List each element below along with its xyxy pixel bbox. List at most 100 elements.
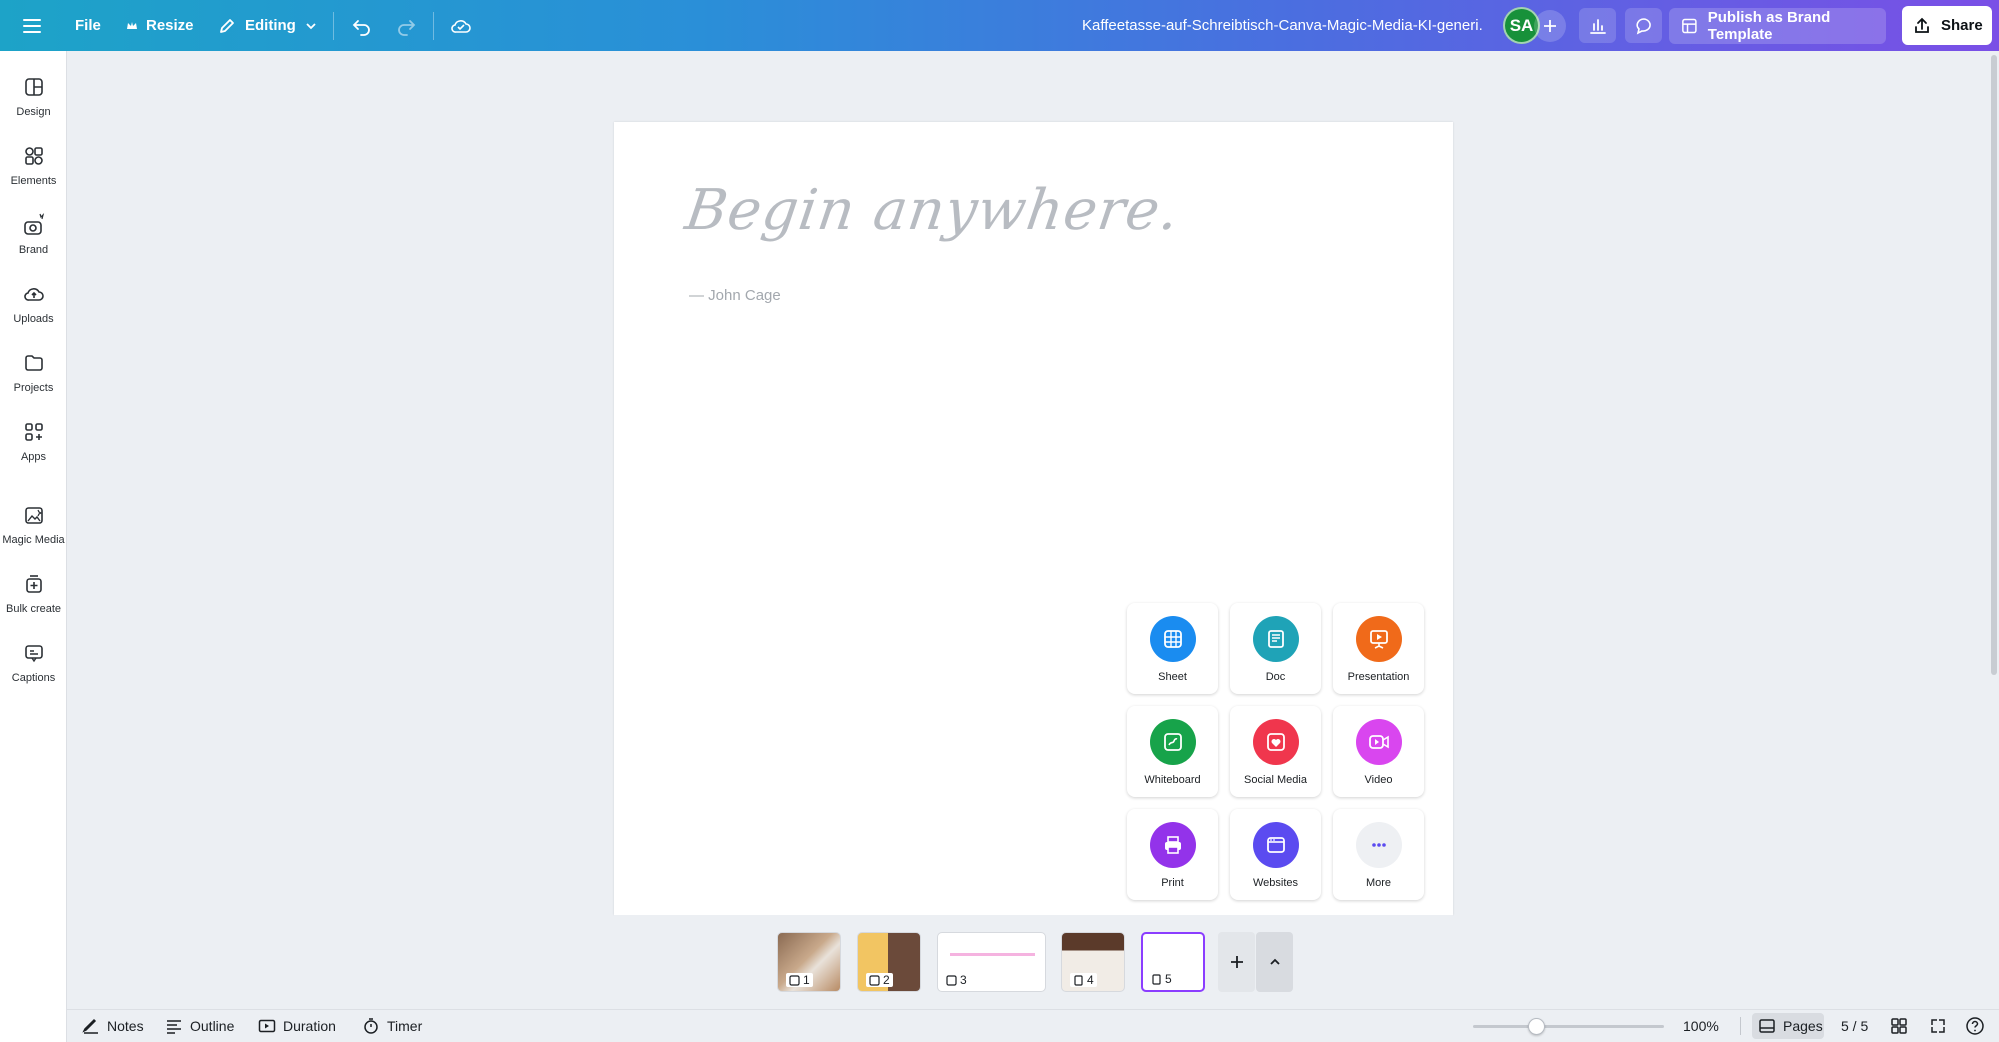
- crown-icon: [127, 21, 137, 29]
- outline-label: Outline: [190, 1017, 235, 1034]
- sidebar-item-elements[interactable]: Elements: [0, 141, 67, 201]
- menu-button[interactable]: [21, 0, 43, 51]
- create-presentation-tile[interactable]: Presentation: [1333, 603, 1424, 694]
- chevron-down-icon: [306, 22, 316, 29]
- undo-icon: [352, 19, 370, 36]
- design-icon: [23, 72, 45, 102]
- expand-pages-button[interactable]: [1256, 932, 1293, 992]
- page-thumbnail-2[interactable]: 2: [857, 932, 921, 992]
- file-label: File: [75, 17, 101, 34]
- create-sheet-tile[interactable]: Sheet: [1127, 603, 1218, 694]
- create-video-tile[interactable]: Video: [1333, 706, 1424, 797]
- whiteboard-icon: [1149, 719, 1196, 765]
- resize-button[interactable]: Resize: [126, 0, 194, 51]
- notes-button[interactable]: Notes: [82, 1009, 144, 1042]
- sidebar-item-design[interactable]: Design: [0, 72, 67, 132]
- zoom-slider-handle[interactable]: [1527, 1018, 1545, 1035]
- website-icon: [1252, 822, 1299, 868]
- page-number-3: 3: [946, 973, 967, 987]
- doc-icon: [1252, 616, 1299, 662]
- page-counter: 5 / 5: [1841, 1017, 1869, 1034]
- bar-chart-icon: [1589, 18, 1606, 34]
- resize-label: Resize: [146, 17, 194, 34]
- sheet-icon: [1149, 616, 1196, 662]
- sidebar-item-label: Captions: [11, 672, 56, 684]
- sidebar-item-bulk-create[interactable]: Bulk create: [0, 569, 67, 629]
- quote-author[interactable]: — John Cage: [689, 287, 781, 304]
- divider: [433, 12, 434, 40]
- timer-button[interactable]: Timer: [362, 1009, 422, 1042]
- page-thumbnail-4[interactable]: 4: [1061, 932, 1125, 992]
- tile-label: Doc: [1265, 671, 1286, 683]
- grid-view-button[interactable]: [1890, 1009, 1908, 1042]
- page-thumbnail-3[interactable]: 3: [937, 932, 1046, 992]
- sidebar-item-label: Magic Media: [2, 534, 65, 546]
- create-social-media-tile[interactable]: Social Media: [1230, 706, 1321, 797]
- sidebar-item-projects[interactable]: Projects: [0, 348, 67, 408]
- sidebar-item-captions[interactable]: Captions: [0, 638, 67, 698]
- timer-label: Timer: [387, 1017, 423, 1034]
- plus-icon: [1230, 956, 1243, 968]
- sidebar-item-brand[interactable]: Brand: [0, 210, 67, 270]
- zoom-level[interactable]: 100%: [1683, 1009, 1719, 1042]
- redo-button[interactable]: [395, 0, 417, 51]
- pages-label: Pages: [1783, 1018, 1823, 1034]
- add-collaborator-button[interactable]: [1534, 10, 1566, 42]
- left-sidebar: Design Elements Brand Uploads Projects A…: [0, 51, 67, 1042]
- printer-icon: [1149, 822, 1196, 868]
- tile-label: Social Media: [1244, 774, 1307, 786]
- duration-label: Duration: [283, 1017, 336, 1034]
- editing-label: Editing: [245, 17, 296, 34]
- duration-button[interactable]: Duration: [258, 1009, 336, 1042]
- vertical-scrollbar[interactable]: [1991, 55, 1997, 675]
- sidebar-item-uploads[interactable]: Uploads: [0, 279, 67, 339]
- page-number-4: 4: [1070, 973, 1097, 987]
- pencil-icon: [220, 18, 234, 33]
- publish-brand-template-button[interactable]: Publish as Brand Template: [1669, 8, 1886, 44]
- fullscreen-button[interactable]: [1929, 1009, 1947, 1042]
- page-number-5: 5: [1151, 972, 1172, 986]
- insights-button[interactable]: [1579, 8, 1616, 43]
- sidebar-item-label: Brand: [18, 244, 49, 256]
- page-thumbnail-1[interactable]: 1: [777, 932, 841, 992]
- create-websites-tile[interactable]: Websites: [1230, 809, 1321, 900]
- sidebar-item-apps[interactable]: Apps: [0, 417, 67, 477]
- timer-icon: [364, 1017, 378, 1034]
- create-print-tile[interactable]: Print: [1127, 809, 1218, 900]
- pages-button[interactable]: Pages: [1752, 1013, 1824, 1039]
- quote-text[interactable]: Begin anywhere.: [681, 178, 1183, 243]
- pages-icon: [1759, 1019, 1775, 1033]
- save-status-button[interactable]: [450, 0, 472, 51]
- share-label: Share: [1941, 17, 1983, 34]
- zoom-slider-track[interactable]: [1473, 1025, 1664, 1028]
- sidebar-item-magic-media[interactable]: Magic Media: [0, 500, 67, 560]
- redo-icon: [398, 19, 416, 36]
- tile-label: Whiteboard: [1144, 774, 1201, 786]
- outline-button[interactable]: Outline: [165, 1009, 234, 1042]
- heart-icon: [1252, 719, 1299, 765]
- create-more-tile[interactable]: More: [1333, 809, 1424, 900]
- share-upload-icon: [1915, 17, 1929, 33]
- magic-media-icon: [23, 500, 45, 530]
- sidebar-item-label: Elements: [10, 175, 57, 187]
- comments-button[interactable]: [1625, 8, 1662, 43]
- presentation-icon: [789, 974, 800, 986]
- document-title[interactable]: Kaffeetasse-auf-Schreibtisch-Canva-Magic…: [1082, 0, 1482, 51]
- page-thumbnail-5[interactable]: 5: [1141, 932, 1205, 992]
- share-button[interactable]: Share: [1902, 6, 1992, 45]
- create-doc-tile[interactable]: Doc: [1230, 603, 1321, 694]
- add-page-button[interactable]: [1218, 932, 1255, 992]
- create-whiteboard-tile[interactable]: Whiteboard: [1127, 706, 1218, 797]
- help-button[interactable]: [1965, 1009, 1985, 1042]
- tile-label: More: [1365, 877, 1392, 889]
- page-number-2: 2: [866, 973, 893, 987]
- file-menu-button[interactable]: File: [75, 0, 101, 51]
- doc-icon: [1152, 973, 1161, 985]
- sidebar-item-label: Bulk create: [5, 603, 62, 615]
- video-icon: [1355, 719, 1402, 765]
- tile-label: Presentation: [1347, 671, 1410, 683]
- expand-icon: [1931, 1018, 1945, 1033]
- tile-label: Print: [1161, 877, 1184, 889]
- editing-mode-button[interactable]: Editing: [217, 0, 318, 51]
- undo-button[interactable]: [351, 0, 373, 51]
